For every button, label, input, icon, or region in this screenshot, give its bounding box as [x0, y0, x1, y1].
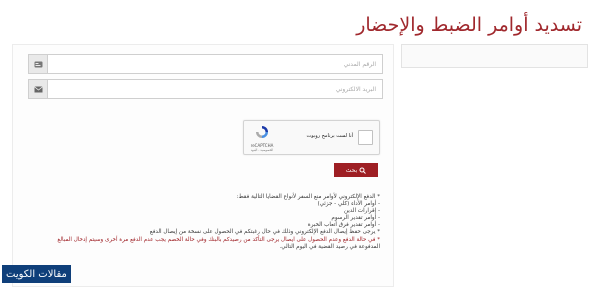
watermark-logo: مقالات الكويت	[2, 265, 71, 283]
recaptcha-logo: reCAPTCHA الخصوصية - البنود	[248, 124, 276, 152]
payment-notes: * الدفع الإلكتروني لأوامر منع السفر لأنو…	[20, 194, 380, 251]
page-title: تسديد أوامر الضبط والإحضار	[356, 14, 582, 36]
side-panel	[401, 44, 588, 68]
search-button-label: بحث	[345, 166, 358, 174]
note-line: المدفوعة في رصيد القضية في اليوم التالي.	[279, 243, 380, 250]
id-card-icon	[29, 55, 48, 73]
note-line: * في حالة الدفع وعدم الحصول على ايصال ير…	[57, 236, 380, 243]
note-line: - أوامر الأداء (كلي - جزئي)	[317, 201, 380, 208]
email-field	[28, 79, 383, 99]
note-line: - إقرارات الدين	[344, 208, 380, 215]
email-input[interactable]	[48, 80, 382, 98]
civil-id-input[interactable]	[48, 55, 382, 73]
civil-id-field	[28, 54, 383, 74]
search-button[interactable]: بحث	[334, 163, 378, 177]
recaptcha-logo-icon	[256, 126, 268, 138]
envelope-icon	[29, 80, 48, 98]
recaptcha-checkbox[interactable]	[358, 130, 373, 145]
recaptcha-links[interactable]: الخصوصية - البنود	[248, 148, 276, 152]
recaptcha-label: أنا لست برنامج روبوت	[306, 133, 353, 139]
recaptcha-widget: أنا لست برنامج روبوت reCAPTCHA الخصوصية …	[243, 120, 380, 155]
note-line: * يرجى حفظ إيصال الدفع الإلكتروني وذلك ف…	[149, 229, 380, 236]
search-icon	[359, 167, 367, 174]
